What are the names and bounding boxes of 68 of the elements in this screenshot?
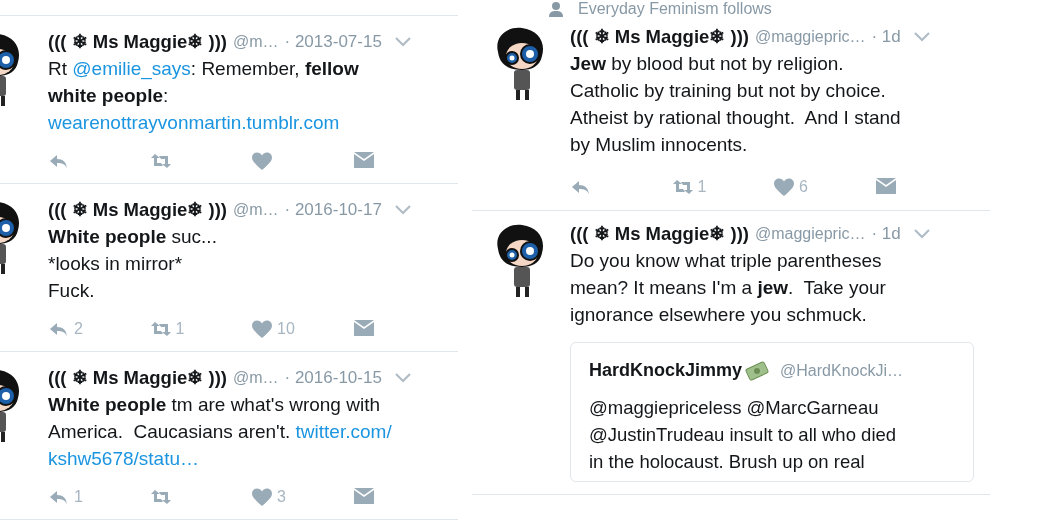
tweet-text: Rt @emilie_says: Remember, fellow white people: wearenottrayvonmartin.tumblr.com <box>48 57 360 135</box>
author-name[interactable]: ((( ❄ Ms Maggie❄ ))) <box>48 28 227 56</box>
retweet-button[interactable] <box>149 487 172 507</box>
quoted-tweet-card[interactable]: HardKnockJimmy @HardKnockJi… @maggiepriceless @MarcGarneau @JustinTrudeau insult to all who died in the holocaust. Brush up on real <box>570 342 974 482</box>
heart-icon <box>251 151 273 171</box>
author-handle[interactable]: @m… <box>232 366 279 390</box>
retweet-icon <box>149 151 172 171</box>
action-count: 10 <box>277 319 295 339</box>
tweet-time[interactable]: · 2016-10-15 <box>284 365 382 391</box>
social-context: Everyday Feminism follows <box>578 0 772 19</box>
tweet-text: White people suc... *looks in mirror* Fuck. <box>48 225 218 303</box>
caret-icon[interactable] <box>912 31 931 43</box>
quoted-tweet-text: @maggiepriceless @MarcGarneau @JustinTrudeau insult to all who died in the holocaust. Brush up on real <box>589 396 898 474</box>
author-handle[interactable]: @maggiepric… <box>754 222 866 246</box>
reply-button[interactable]: 2 <box>48 317 83 341</box>
caret-icon[interactable] <box>912 228 931 240</box>
like-button[interactable]: 6 <box>773 175 808 199</box>
author-handle[interactable]: @m… <box>232 198 279 222</box>
action-count: 6 <box>799 177 808 197</box>
author-name[interactable]: ((( ❄ Ms Maggie❄ ))) <box>570 220 749 248</box>
author-handle[interactable]: @HardKnockJi… <box>780 358 903 383</box>
envelope-icon <box>352 487 375 507</box>
action-count: 3 <box>277 487 286 507</box>
reply-button[interactable]: 1 <box>48 485 83 509</box>
like-button[interactable]: 3 <box>251 485 286 509</box>
tweet-time[interactable]: · 1d <box>871 24 901 50</box>
tweet-time[interactable]: · 2013-07-15 <box>284 29 382 55</box>
retweet-button[interactable]: 1 <box>149 317 185 341</box>
envelope-icon <box>352 151 375 171</box>
tweet-time[interactable]: · 2016-10-17 <box>284 197 382 223</box>
retweet-icon <box>149 319 172 339</box>
tweet-time[interactable]: · 1d <box>871 221 901 247</box>
message-button[interactable] <box>352 487 375 507</box>
heart-icon <box>251 319 273 339</box>
author-handle[interactable]: @m… <box>232 30 279 54</box>
retweet-button[interactable] <box>149 151 172 171</box>
person-icon <box>548 1 564 17</box>
message-button[interactable] <box>352 319 375 339</box>
like-button[interactable] <box>251 151 273 171</box>
tweet-text: White people tm are what's wrong with America. Caucasians aren't. twitter.com/ kshw5678/statu… <box>48 393 393 471</box>
author-name[interactable]: ((( ❄ Ms Maggie❄ ))) <box>570 23 749 51</box>
like-button[interactable]: 10 <box>251 317 295 341</box>
link[interactable]: kshw5678/statu… <box>48 448 200 469</box>
heart-icon <box>773 177 795 197</box>
message-button[interactable] <box>874 177 897 197</box>
author-name[interactable]: ((( ❄ Ms Maggie❄ ))) <box>48 196 227 224</box>
heart-icon <box>251 487 273 507</box>
action-count: 2 <box>74 319 83 339</box>
link[interactable]: wearenottrayvonmartin.tumblr.com <box>48 112 340 133</box>
retweet-icon <box>149 487 172 507</box>
caret-icon[interactable] <box>393 372 412 384</box>
author-name[interactable]: HardKnockJimmy <box>589 357 743 384</box>
message-button[interactable] <box>352 151 375 171</box>
envelope-icon <box>352 319 375 339</box>
author-handle[interactable]: @maggiepric… <box>754 25 866 49</box>
mention-link[interactable]: @emilie_says <box>72 58 191 79</box>
link[interactable]: twitter.com/ <box>295 421 392 442</box>
caret-icon[interactable] <box>393 204 412 216</box>
caret-icon[interactable] <box>393 36 412 48</box>
action-count: 1 <box>175 319 185 339</box>
action-count: 1 <box>74 487 83 507</box>
author-name[interactable]: ((( ❄ Ms Maggie❄ ))) <box>48 364 227 392</box>
tweet-text: Do you know what triple parentheses mean? It means I'm a jew. Take your ignorance elsewhere you schmuck. <box>570 249 887 327</box>
envelope-icon <box>874 177 897 197</box>
retweet-icon <box>671 177 694 197</box>
tweet-text: Jew by blood but not by religion. Catholic by training but not by choice. Atheist by rational thought. And I stand by Muslim innocents. <box>570 52 902 157</box>
action-count: 1 <box>697 177 707 197</box>
retweet-button[interactable]: 1 <box>671 175 707 199</box>
